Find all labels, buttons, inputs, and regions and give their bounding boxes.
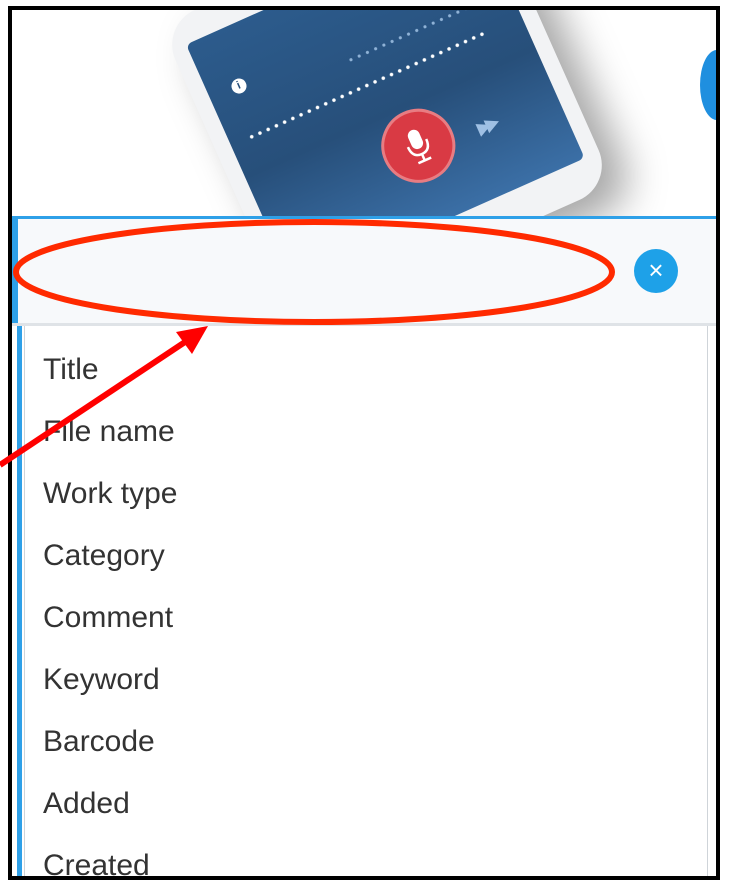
- info-icon: i: [229, 76, 249, 96]
- phone-screen: i ▶▶: [186, 10, 585, 220]
- dropdown-option-comment[interactable]: Comment: [43, 588, 173, 648]
- screenshot-frame: i ▶▶ × Title File name Work type Categor…: [8, 6, 720, 880]
- waveform-dots: [345, 10, 486, 65]
- dropdown-option-added[interactable]: Added: [43, 774, 130, 834]
- phone-illustration: i ▶▶: [160, 10, 614, 220]
- dropdown-option-category[interactable]: Category: [43, 526, 165, 586]
- dropdown-option-keyword[interactable]: Keyword: [43, 650, 160, 710]
- record-button: [369, 96, 468, 195]
- search-bar: ×: [12, 216, 716, 326]
- clear-search-button[interactable]: ×: [634, 249, 678, 293]
- close-icon: ×: [648, 255, 664, 285]
- dropdown-option-created[interactable]: Created: [43, 836, 150, 876]
- microphone-icon: [406, 129, 432, 165]
- search-input[interactable]: [42, 241, 606, 303]
- dropdown-option-barcode[interactable]: Barcode: [43, 712, 155, 772]
- blue-circle-decoration: [700, 50, 716, 120]
- dropdown-accent: [17, 326, 22, 876]
- search-bar-accent: [12, 219, 18, 323]
- dropdown-option-work-type[interactable]: Work type: [43, 464, 178, 524]
- dropdown-option-title[interactable]: Title: [43, 340, 99, 400]
- waveform-dots: [246, 30, 487, 142]
- search-field-dropdown: Title File name Work type Category Comme…: [17, 326, 708, 876]
- dropdown-option-file-name[interactable]: File name: [43, 402, 175, 462]
- fast-forward-icon: ▶▶: [473, 112, 498, 139]
- app-banner-image: i ▶▶: [12, 10, 716, 220]
